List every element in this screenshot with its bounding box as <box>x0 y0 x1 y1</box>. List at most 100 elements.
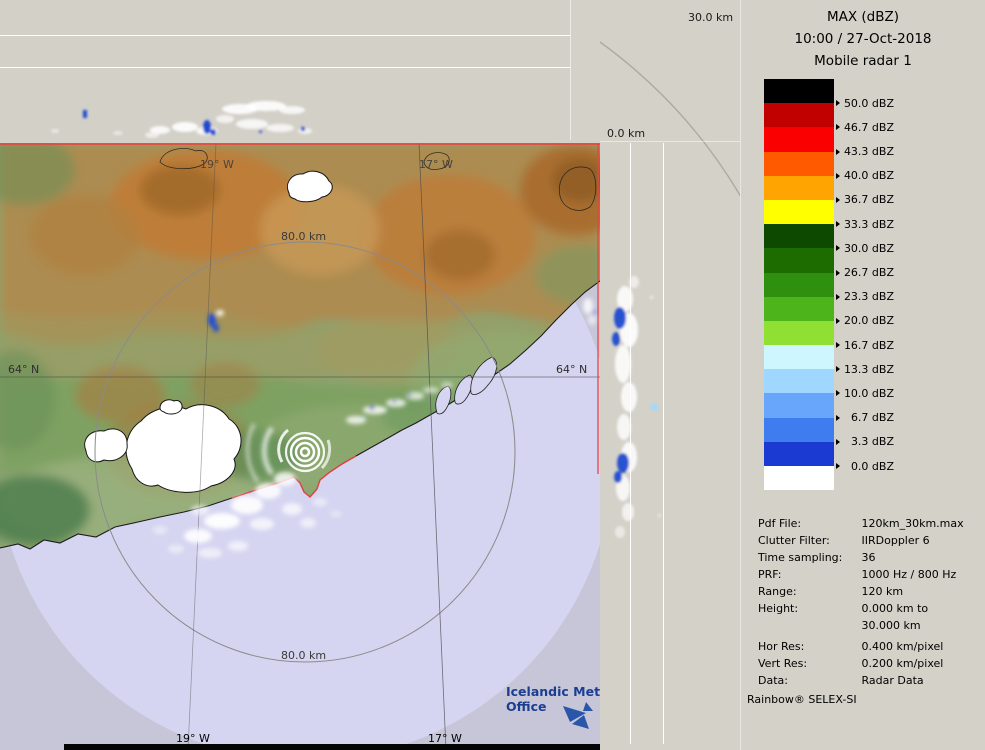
legend-label-text: 33.3 dBZ <box>843 217 894 231</box>
tick-arrow-icon <box>836 245 840 252</box>
legend-colorbar <box>764 79 834 491</box>
tick-arrow-icon <box>836 196 840 203</box>
tick-arrow-icon <box>836 342 840 349</box>
lon17-label-bottom: 17° W <box>428 732 462 745</box>
height-axis-zero-label: 0.0 km <box>607 127 645 140</box>
bottom-bar <box>64 744 600 750</box>
tick-arrow-icon <box>836 100 840 107</box>
legend-label-text: 30.0 dBZ <box>843 241 894 255</box>
info-row-value: Radar Data <box>861 674 924 687</box>
legend-label-text: 23.3 dBZ <box>843 290 894 304</box>
info-row-value: 0.200 km/pixel <box>861 657 944 670</box>
legend-label: 33.3 dBZ <box>836 212 894 236</box>
info-row-label: Height: <box>758 602 799 615</box>
tick-arrow-icon <box>836 293 840 300</box>
glacier-myrdalsjokull <box>125 404 242 493</box>
panel-header: MAX (dBZ) 10:00 / 27-Oct-2018 Mobile rad… <box>741 0 985 72</box>
legend-color-cell <box>764 272 834 297</box>
legend-label-text: 46.7 dBZ <box>843 120 894 134</box>
legend-label: 36.7 dBZ <box>836 188 894 212</box>
software-brand: Rainbow® SELEX-SI <box>747 693 857 706</box>
legend-label: 43.3 dBZ <box>836 139 894 163</box>
legend-color-cell <box>764 393 834 418</box>
legend-label: 13.3 dBZ <box>836 357 894 381</box>
range-ring-label-bottom: 80.0 km <box>281 649 326 662</box>
legend-color-cell <box>764 127 834 152</box>
legend-label-text: 16.7 dBZ <box>843 338 894 352</box>
height-axis-max-label: 30.0 km <box>688 11 733 24</box>
info-row: Height: 0.000 km to <box>758 600 964 617</box>
lon17-label-top: 17° W <box>419 158 453 171</box>
legend-label: 20.0 dBZ <box>836 309 894 333</box>
legend-label: 23.3 dBZ <box>836 285 894 309</box>
info-row-label: Time sampling: <box>758 551 843 564</box>
info-row-value: 0.000 km to <box>861 602 929 615</box>
tick-arrow-icon <box>836 124 840 131</box>
tick-arrow-icon <box>836 438 840 445</box>
lon19-label-bottom: 19° W <box>176 732 210 745</box>
info-panel: MAX (dBZ) 10:00 / 27-Oct-2018 Mobile rad… <box>740 0 985 750</box>
info-row: Hor Res: 0.400 km/pixel <box>758 638 964 655</box>
lat-label-left: 64° N <box>8 363 39 376</box>
top-profile-strip <box>0 0 571 140</box>
info-row-label: PRF: <box>758 568 782 581</box>
legend-color-cell <box>764 175 834 200</box>
tick-arrow-icon <box>836 148 840 155</box>
info-row-label: Vert Res: <box>758 657 808 670</box>
legend-label: 6.7 dBZ <box>836 406 894 430</box>
legend-color-cell <box>764 199 834 225</box>
lon19-label-top: 19° W <box>200 158 234 171</box>
info-row-value: 30.000 km <box>861 619 921 632</box>
product-datetime: 10:00 / 27-Oct-2018 <box>794 31 932 47</box>
legend-color-cell <box>764 466 834 491</box>
legend-color-cell <box>764 248 834 273</box>
range-ring-label-top: 80.0 km <box>281 230 326 243</box>
legend-label-text: 13.3 dBZ <box>843 362 894 376</box>
tick-arrow-icon <box>836 463 840 469</box>
legend-color-cell <box>764 369 834 394</box>
legend-label: 26.7 dBZ <box>836 260 894 284</box>
product-title: MAX (dBZ) <box>826 9 900 25</box>
info-row: Range: 120 km <box>758 583 964 600</box>
legend-label-text: 43.3 dBZ <box>843 145 894 159</box>
legend-label-text: 26.7 dBZ <box>843 266 894 279</box>
radar-application-window: 80.0 km 80.0 km 64° N 64° N 19° W 17° W … <box>0 0 985 750</box>
legend-color-cell <box>764 224 834 249</box>
legend-color-cell <box>764 103 834 128</box>
legend-label-text: 3.3 dBZ <box>850 435 894 449</box>
scan-info-table: Pdf File: 120km_30km.max Clutter Filter:… <box>758 515 964 689</box>
dbz-legend: 50.0 dBZ 46.7 dBZ 43.3 dBZ 40.0 dBZ 36.7… <box>764 79 974 491</box>
legend-label: 46.7 dBZ <box>836 115 894 139</box>
tick-arrow-icon <box>836 317 840 324</box>
tick-arrow-icon <box>836 414 840 421</box>
legend-label-text: 20.0 dBZ <box>843 314 894 328</box>
info-row-value: 36 <box>861 551 876 564</box>
legend-color-cell <box>764 417 834 442</box>
legend-label: 16.7 dBZ <box>836 333 894 357</box>
lat-label-right: 64° N <box>556 363 587 376</box>
legend-label-text: 50.0 dBZ <box>843 96 894 110</box>
legend-color-cell <box>764 320 834 346</box>
compass-icon <box>563 702 593 729</box>
legend-color-cell <box>764 79 834 104</box>
info-row: Vert Res: 0.200 km/pixel <box>758 655 964 672</box>
tick-arrow-icon <box>836 366 840 373</box>
info-row: PRF: 1000 Hz / 800 Hz <box>758 566 964 583</box>
legend-color-cell <box>764 296 834 321</box>
glacier-eyjafjallajokull <box>84 428 128 463</box>
info-row-label: Hor Res: <box>758 640 805 653</box>
legend-color-cell <box>764 151 834 176</box>
icelandic-met-office-logo: Icelandic Met Office <box>506 684 616 736</box>
legend-label: 0.0 dBZ <box>836 454 894 478</box>
info-row: Data: Radar Data <box>758 672 964 689</box>
info-row: Time sampling: 36 <box>758 549 964 566</box>
info-row: Pdf File: 120km_30km.max <box>758 515 964 532</box>
info-row-value: IIRDoppler 6 <box>861 534 930 547</box>
radar-display-area: 80.0 km 80.0 km 64° N 64° N 19° W 17° W … <box>0 0 740 750</box>
legend-label: 50.0 dBZ <box>836 91 894 115</box>
info-row-label: Pdf File: <box>758 517 802 530</box>
tick-arrow-icon <box>836 221 840 228</box>
legend-label: 40.0 dBZ <box>836 164 894 188</box>
legend-label: 3.3 dBZ <box>836 430 894 454</box>
legend-label-text: 10.0 dBZ <box>843 386 894 400</box>
